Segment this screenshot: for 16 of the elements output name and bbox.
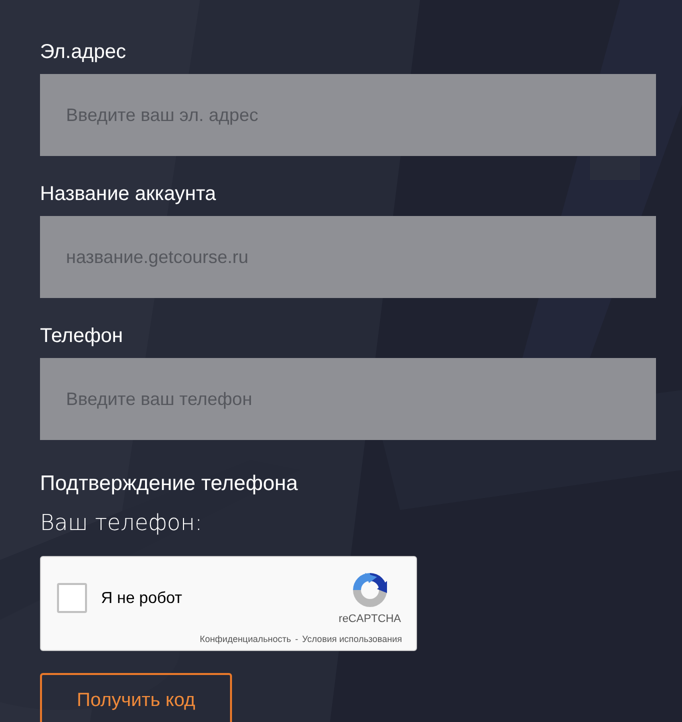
input-field[interactable]: Введите ваш телефон — [40, 358, 656, 440]
phone-prompt: Ваш телефон: — [40, 510, 202, 538]
terms-link[interactable]: Условия использования — [302, 634, 402, 644]
input-field[interactable]: название.getcourse.ru — [40, 216, 656, 298]
field-label: Эл.адрес — [40, 40, 126, 65]
recaptcha-brand: reCAPTCHA — [338, 613, 401, 625]
section-title: Подтверждение телефона — [40, 471, 298, 497]
recaptcha-logo-icon — [350, 571, 389, 609]
checkbox-label: Я не робот — [101, 590, 182, 608]
privacy-link[interactable]: Конфиденциальность — [200, 634, 292, 644]
get-code-button[interactable]: Получить код — [40, 673, 232, 722]
field-label: Название аккаунта — [40, 182, 216, 207]
checkbox[interactable] — [57, 583, 87, 613]
link-separator: - — [295, 634, 298, 644]
field-label: Телефон — [40, 324, 123, 349]
input-field[interactable]: Введите ваш эл. адрес — [40, 74, 656, 156]
